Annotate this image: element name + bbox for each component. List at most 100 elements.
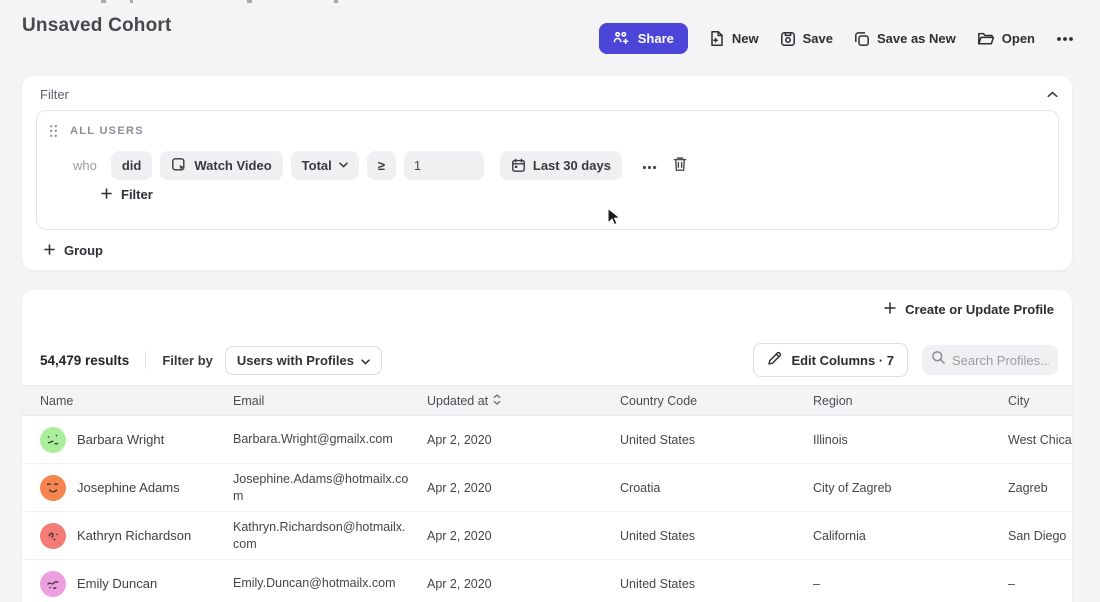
profile-email: Kathryn.Richardson@hotmailx.com [233,519,427,553]
save-as-new-icon [854,31,870,47]
add-group-label: Group [64,243,103,258]
open-icon [977,31,995,46]
aggregation-dropdown[interactable]: Total [291,151,359,180]
save-icon [780,31,796,47]
condition-more-button[interactable] [638,154,661,177]
cohort-builder-app: Unsaved Cohort Share New [0,0,1100,602]
filter-by-label: Filter by [162,353,213,368]
share-icon [613,31,630,46]
profile-city: San Diego [1008,529,1072,543]
date-range-label: Last 30 days [533,158,611,173]
operator-button[interactable]: ≥ [367,151,396,180]
save-button[interactable]: Save [780,31,833,47]
table-row[interactable]: Barbara Wright Barbara.Wright@gmailx.com… [22,416,1072,464]
profile-region: City of Zagreb [813,481,1008,495]
edit-columns-button[interactable]: Edit Columns · 7 [753,343,908,377]
threshold-input[interactable] [404,151,484,180]
profile-region: Illinois [813,433,1008,447]
new-button-label: New [732,31,759,46]
filter-group-title: ALL USERS [70,125,144,137]
profile-city: West Chicago [1008,433,1072,447]
plus-icon [101,187,112,202]
date-range-selector[interactable]: Last 30 days [500,151,622,180]
more-icon [642,158,657,173]
save-as-new-button-label: Save as New [877,31,956,46]
filter-card: Filter ALL USERS who did [22,76,1072,270]
search-icon [931,350,946,370]
profile-name: Barbara Wright [77,432,164,447]
open-button[interactable]: Open [977,31,1035,46]
profile-updated-at: Apr 2, 2020 [427,529,620,543]
toolbar: Share New Save [599,23,1074,54]
save-as-new-button[interactable]: Save as New [854,31,956,47]
profile-country: United States [620,433,813,447]
add-filter-button[interactable]: Filter [101,187,153,202]
create-or-update-profile-button[interactable]: Create or Update Profile [884,302,1054,317]
calendar-icon [511,158,526,173]
pencil-icon [767,351,782,369]
profile-region: – [813,577,1008,591]
collapse-icon[interactable] [1047,85,1058,103]
avatar [40,523,66,549]
breadcrumb-fragment [334,0,338,3]
sort-icon[interactable] [493,394,501,408]
add-filter-label: Filter [121,187,153,202]
new-icon [709,30,725,47]
breadcrumb-fragment [130,0,133,3]
results-count: 54,479 results [40,353,129,368]
filter-group-header: ALL USERS [49,124,144,138]
column-header-region: Region [813,394,1008,408]
filter-section-title: Filter [40,87,69,102]
results-toolbar: 54,479 results Filter by Users with Prof… [40,344,1058,376]
results-card: Create or Update Profile 54,479 results … [22,290,1072,602]
profile-region: California [813,529,1008,543]
profile-filter-dropdown[interactable]: Users with Profiles [225,346,382,375]
avatar [40,475,66,501]
create-or-update-profile-label: Create or Update Profile [905,302,1054,317]
column-header-email: Email [233,394,427,408]
column-header-updated-at[interactable]: Updated at [427,394,620,408]
profile-city: Zagreb [1008,481,1072,495]
avatar [40,571,66,597]
table-row[interactable]: Emily Duncan Emily.Duncan@hotmailx.com A… [22,560,1072,602]
profile-filter-value: Users with Profiles [237,353,354,368]
profile-city: – [1008,577,1072,591]
profile-updated-at: Apr 2, 2020 [427,481,620,495]
profile-updated-at: Apr 2, 2020 [427,433,620,447]
search-profiles-input[interactable] [952,353,1049,368]
column-header-country-code: Country Code [620,394,813,408]
profile-name: Josephine Adams [77,480,180,495]
column-header-name: Name [22,394,233,408]
table-row[interactable]: Kathryn Richardson Kathryn.Richardson@ho… [22,512,1072,560]
more-button[interactable] [1056,36,1074,42]
operator-label: ≥ [378,158,385,173]
event-selector[interactable]: Watch Video [160,151,282,180]
edit-columns-label: Edit Columns · 7 [791,353,894,368]
results-table: Name Email Updated at Country Code Regio… [22,385,1072,602]
breadcrumb-fragment [247,0,252,3]
trash-icon [673,156,687,175]
open-button-label: Open [1002,31,1035,46]
profile-email: Barbara.Wright@gmailx.com [233,431,427,448]
chevron-down-icon [339,162,348,168]
profile-updated-at: Apr 2, 2020 [427,577,620,591]
avatar [40,427,66,453]
share-button[interactable]: Share [599,23,688,54]
divider [145,351,146,369]
column-header-city: City [1008,394,1072,408]
chevron-down-icon [361,353,370,368]
profile-country: United States [620,577,813,591]
new-button[interactable]: New [709,30,759,47]
table-row[interactable]: Josephine Adams Josephine.Adams@hotmailx… [22,464,1072,512]
plus-icon [44,243,55,258]
add-group-button[interactable]: Group [44,243,103,258]
drag-handle-icon[interactable] [49,124,58,138]
condition-prefix: who [73,158,97,173]
delete-condition-button[interactable] [669,152,691,179]
save-button-label: Save [803,31,833,46]
did-dropdown[interactable]: did [111,151,153,180]
more-icon [1056,36,1074,42]
search-profiles-box [922,345,1058,375]
breadcrumb-fragment [101,0,106,3]
profile-email: Emily.Duncan@hotmailx.com [233,575,427,592]
